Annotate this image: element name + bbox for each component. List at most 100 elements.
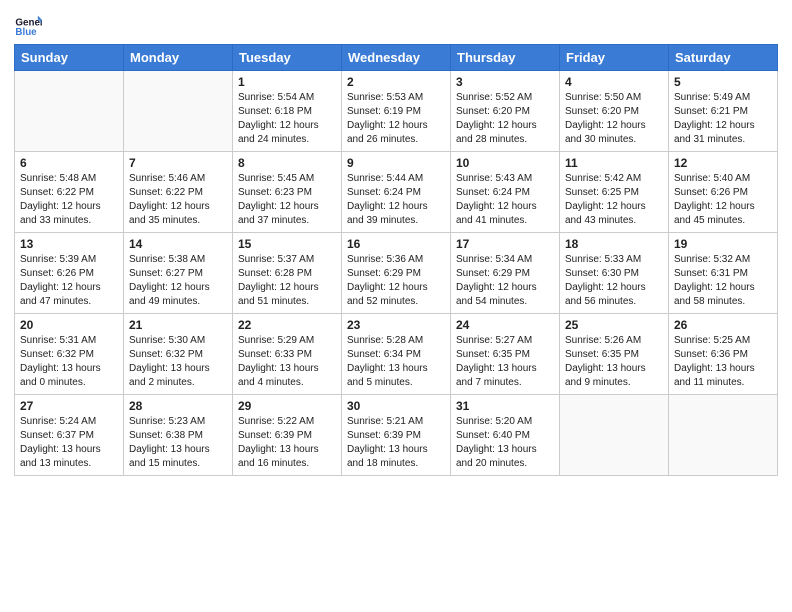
calendar-cell: 31 Sunrise: 5:20 AM Sunset: 6:40 PM Dayli… <box>451 395 560 476</box>
day-info: Sunrise: 5:44 AM Sunset: 6:24 PM Dayligh… <box>347 172 445 228</box>
calendar-cell: 9 Sunrise: 5:44 AM Sunset: 6:24 PM Daylig… <box>342 152 451 233</box>
day-number: 15 <box>238 237 336 251</box>
calendar-cell <box>669 395 778 476</box>
calendar-cell: 21 Sunrise: 5:30 AM Sunset: 6:32 PM Dayli… <box>124 314 233 395</box>
col-header-tuesday: Tuesday <box>233 45 342 71</box>
day-info: Sunrise: 5:25 AM Sunset: 6:36 PM Dayligh… <box>674 334 772 390</box>
col-header-sunday: Sunday <box>15 45 124 71</box>
calendar-table: SundayMondayTuesdayWednesdayThursdayFrid… <box>14 44 778 476</box>
week-row-2: 13 Sunrise: 5:39 AM Sunset: 6:26 PM Dayli… <box>15 233 778 314</box>
calendar-cell: 17 Sunrise: 5:34 AM Sunset: 6:29 PM Dayli… <box>451 233 560 314</box>
calendar-cell: 26 Sunrise: 5:25 AM Sunset: 6:36 PM Dayli… <box>669 314 778 395</box>
page: General Blue SundayMondayTuesdayWednesda… <box>0 0 792 612</box>
header-row: SundayMondayTuesdayWednesdayThursdayFrid… <box>15 45 778 71</box>
col-header-friday: Friday <box>560 45 669 71</box>
day-number: 17 <box>456 237 554 251</box>
calendar-cell: 29Sunrise: 5:22 AM Sunset: 6:39 PM Dayli… <box>233 395 342 476</box>
day-info: Sunrise: 5:46 AM Sunset: 6:22 PM Dayligh… <box>129 172 227 228</box>
calendar-cell: 23 Sunrise: 5:28 AM Sunset: 6:34 PM Dayli… <box>342 314 451 395</box>
day-info: Sunrise: 5:29 AM Sunset: 6:33 PM Dayligh… <box>238 334 336 390</box>
day-number: 4 <box>565 75 663 89</box>
day-number: 8 <box>238 156 336 170</box>
logo: General Blue <box>14 10 46 38</box>
day-number: 27 <box>20 399 118 413</box>
day-info: Sunrise: 5:33 AM Sunset: 6:30 PM Dayligh… <box>565 253 663 309</box>
calendar-cell: 20Sunrise: 5:31 AM Sunset: 6:32 PM Dayli… <box>15 314 124 395</box>
day-number: 22 <box>238 318 336 332</box>
day-number: 1 <box>238 75 336 89</box>
day-number: 30 <box>347 399 445 413</box>
week-row-1: 6Sunrise: 5:48 AM Sunset: 6:22 PM Daylig… <box>15 152 778 233</box>
day-number: 21 <box>129 318 227 332</box>
day-info: Sunrise: 5:40 AM Sunset: 6:26 PM Dayligh… <box>674 172 772 228</box>
day-number: 12 <box>674 156 772 170</box>
day-number: 10 <box>456 156 554 170</box>
day-info: Sunrise: 5:30 AM Sunset: 6:32 PM Dayligh… <box>129 334 227 390</box>
day-number: 23 <box>347 318 445 332</box>
day-info: Sunrise: 5:26 AM Sunset: 6:35 PM Dayligh… <box>565 334 663 390</box>
calendar-cell <box>15 71 124 152</box>
calendar-cell: 25Sunrise: 5:26 AM Sunset: 6:35 PM Dayli… <box>560 314 669 395</box>
day-info: Sunrise: 5:42 AM Sunset: 6:25 PM Dayligh… <box>565 172 663 228</box>
day-info: Sunrise: 5:38 AM Sunset: 6:27 PM Dayligh… <box>129 253 227 309</box>
col-header-thursday: Thursday <box>451 45 560 71</box>
day-info: Sunrise: 5:39 AM Sunset: 6:26 PM Dayligh… <box>20 253 118 309</box>
calendar-cell: 14Sunrise: 5:38 AM Sunset: 6:27 PM Dayli… <box>124 233 233 314</box>
calendar-cell: 5Sunrise: 5:49 AM Sunset: 6:21 PM Daylig… <box>669 71 778 152</box>
day-number: 9 <box>347 156 445 170</box>
calendar-cell: 2 Sunrise: 5:53 AM Sunset: 6:19 PM Daylig… <box>342 71 451 152</box>
calendar-cell: 19 Sunrise: 5:32 AM Sunset: 6:31 PM Dayli… <box>669 233 778 314</box>
svg-text:Blue: Blue <box>15 27 37 38</box>
calendar-cell: 15Sunrise: 5:37 AM Sunset: 6:28 PM Dayli… <box>233 233 342 314</box>
calendar-cell: 27 Sunrise: 5:24 AM Sunset: 6:37 PM Dayli… <box>15 395 124 476</box>
week-row-4: 27 Sunrise: 5:24 AM Sunset: 6:37 PM Dayli… <box>15 395 778 476</box>
day-number: 26 <box>674 318 772 332</box>
day-info: Sunrise: 5:36 AM Sunset: 6:29 PM Dayligh… <box>347 253 445 309</box>
day-info: Sunrise: 5:27 AM Sunset: 6:35 PM Dayligh… <box>456 334 554 390</box>
day-number: 7 <box>129 156 227 170</box>
day-info: Sunrise: 5:28 AM Sunset: 6:34 PM Dayligh… <box>347 334 445 390</box>
day-number: 16 <box>347 237 445 251</box>
day-info: Sunrise: 5:43 AM Sunset: 6:24 PM Dayligh… <box>456 172 554 228</box>
day-info: Sunrise: 5:32 AM Sunset: 6:31 PM Dayligh… <box>674 253 772 309</box>
calendar-cell: 10 Sunrise: 5:43 AM Sunset: 6:24 PM Dayli… <box>451 152 560 233</box>
day-number: 11 <box>565 156 663 170</box>
week-row-0: 1 Sunrise: 5:54 AM Sunset: 6:18 PM Daylig… <box>15 71 778 152</box>
day-info: Sunrise: 5:24 AM Sunset: 6:37 PM Dayligh… <box>20 415 118 471</box>
day-number: 3 <box>456 75 554 89</box>
calendar-cell: 1 Sunrise: 5:54 AM Sunset: 6:18 PM Daylig… <box>233 71 342 152</box>
day-number: 28 <box>129 399 227 413</box>
header: General Blue <box>14 10 778 38</box>
day-info: Sunrise: 5:34 AM Sunset: 6:29 PM Dayligh… <box>456 253 554 309</box>
day-number: 13 <box>20 237 118 251</box>
day-info: Sunrise: 5:45 AM Sunset: 6:23 PM Dayligh… <box>238 172 336 228</box>
day-number: 2 <box>347 75 445 89</box>
day-info: Sunrise: 5:50 AM Sunset: 6:20 PM Dayligh… <box>565 91 663 147</box>
calendar-cell <box>560 395 669 476</box>
day-number: 24 <box>456 318 554 332</box>
day-number: 18 <box>565 237 663 251</box>
day-number: 31 <box>456 399 554 413</box>
day-info: Sunrise: 5:23 AM Sunset: 6:38 PM Dayligh… <box>129 415 227 471</box>
col-header-monday: Monday <box>124 45 233 71</box>
day-info: Sunrise: 5:52 AM Sunset: 6:20 PM Dayligh… <box>456 91 554 147</box>
calendar-cell: 7 Sunrise: 5:46 AM Sunset: 6:22 PM Daylig… <box>124 152 233 233</box>
logo-icon: General Blue <box>14 10 42 38</box>
calendar-cell: 24 Sunrise: 5:27 AM Sunset: 6:35 PM Dayli… <box>451 314 560 395</box>
day-number: 19 <box>674 237 772 251</box>
calendar-cell <box>124 71 233 152</box>
day-info: Sunrise: 5:49 AM Sunset: 6:21 PM Dayligh… <box>674 91 772 147</box>
day-number: 6 <box>20 156 118 170</box>
calendar-cell: 16 Sunrise: 5:36 AM Sunset: 6:29 PM Dayli… <box>342 233 451 314</box>
calendar-cell: 13 Sunrise: 5:39 AM Sunset: 6:26 PM Dayli… <box>15 233 124 314</box>
calendar-cell: 3 Sunrise: 5:52 AM Sunset: 6:20 PM Daylig… <box>451 71 560 152</box>
calendar-cell: 4 Sunrise: 5:50 AM Sunset: 6:20 PM Daylig… <box>560 71 669 152</box>
calendar-cell: 11 Sunrise: 5:42 AM Sunset: 6:25 PM Dayli… <box>560 152 669 233</box>
day-info: Sunrise: 5:31 AM Sunset: 6:32 PM Dayligh… <box>20 334 118 390</box>
day-info: Sunrise: 5:20 AM Sunset: 6:40 PM Dayligh… <box>456 415 554 471</box>
col-header-wednesday: Wednesday <box>342 45 451 71</box>
day-info: Sunrise: 5:54 AM Sunset: 6:18 PM Dayligh… <box>238 91 336 147</box>
week-row-3: 20Sunrise: 5:31 AM Sunset: 6:32 PM Dayli… <box>15 314 778 395</box>
day-info: Sunrise: 5:53 AM Sunset: 6:19 PM Dayligh… <box>347 91 445 147</box>
calendar-cell: 28 Sunrise: 5:23 AM Sunset: 6:38 PM Dayli… <box>124 395 233 476</box>
